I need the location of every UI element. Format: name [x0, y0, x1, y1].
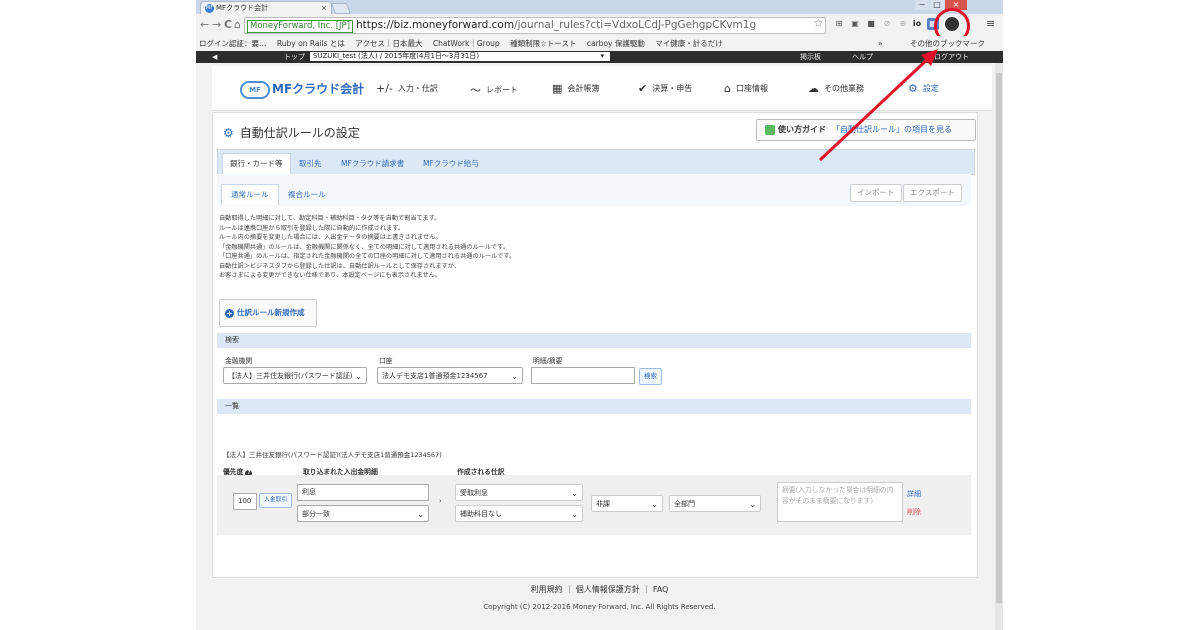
annotation-arrow-icon — [818, 49, 938, 162]
